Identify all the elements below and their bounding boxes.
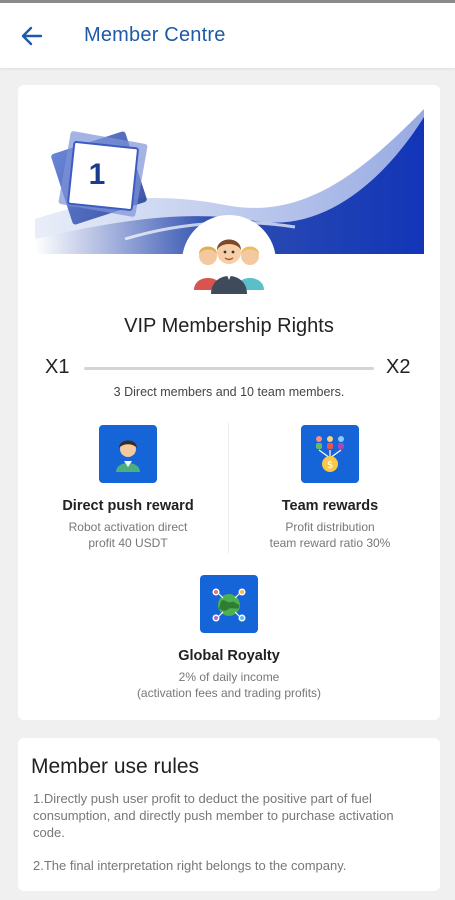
benefit-icon-box: $ bbox=[301, 425, 359, 483]
benefit-description: Profit distribution team reward ratio 30… bbox=[240, 519, 420, 551]
benefit-divider bbox=[228, 423, 229, 553]
globe-network-icon bbox=[212, 588, 246, 622]
upgrade-requirement: 3 Direct members and 10 team members. bbox=[113, 385, 345, 399]
benefit-team-rewards: $ Team rewards Profit distribution team … bbox=[240, 425, 420, 551]
membership-card: 1 VIP Membership Rights X1 X2 3 Direct m… bbox=[18, 85, 440, 720]
benefit-description: Robot activation direct profit 40 USDT bbox=[38, 519, 218, 551]
benefit-direct-push: Direct push reward Robot activation dire… bbox=[38, 425, 218, 551]
member-group-icon bbox=[194, 239, 264, 294]
benefit-desc-line: 2% of daily income bbox=[178, 670, 280, 684]
benefit-desc-line: team reward ratio 30% bbox=[269, 536, 391, 550]
benefit-desc-line: Robot activation direct bbox=[68, 520, 188, 534]
svg-text:$: $ bbox=[327, 460, 333, 471]
team-coin-icon: $ bbox=[316, 436, 344, 472]
user-icon bbox=[116, 440, 140, 472]
vip-title: VIP Membership Rights bbox=[124, 315, 334, 337]
rule-item: 2.The final interpretation right belongs… bbox=[33, 858, 347, 873]
benefit-desc-line: (activation fees and trading profits) bbox=[136, 686, 322, 700]
level-progress-track bbox=[84, 367, 374, 370]
benefit-global-royalty: Global Royalty 2% of daily income (activ… bbox=[129, 575, 329, 701]
rules-title: Member use rules bbox=[31, 755, 200, 778]
benefit-desc-line: profit 40 USDT bbox=[88, 536, 168, 550]
benefit-icon-box bbox=[200, 575, 258, 633]
member-rules-card: Member use rules 1.Directly push user pr… bbox=[18, 738, 440, 891]
benefit-title: Team rewards bbox=[281, 498, 379, 514]
benefit-title: Global Royalty bbox=[178, 648, 280, 664]
benefit-description: 2% of daily income (activation fees and … bbox=[129, 669, 329, 701]
level-number: 1 bbox=[88, 158, 106, 191]
avatar bbox=[182, 215, 276, 309]
page-title: Member Centre bbox=[84, 24, 226, 46]
benefit-desc-line: Profit distribution bbox=[285, 520, 375, 534]
benefit-title: Direct push reward bbox=[62, 498, 194, 514]
current-level-label: X1 bbox=[45, 356, 70, 378]
next-level-label: X2 bbox=[386, 356, 411, 378]
benefit-icon-box bbox=[99, 425, 157, 483]
rule-item: 1.Directly push user profit to deduct th… bbox=[33, 791, 394, 840]
back-button[interactable] bbox=[14, 19, 50, 53]
arrow-left-icon bbox=[21, 26, 43, 46]
top-app-bar: Member Centre bbox=[0, 0, 455, 68]
